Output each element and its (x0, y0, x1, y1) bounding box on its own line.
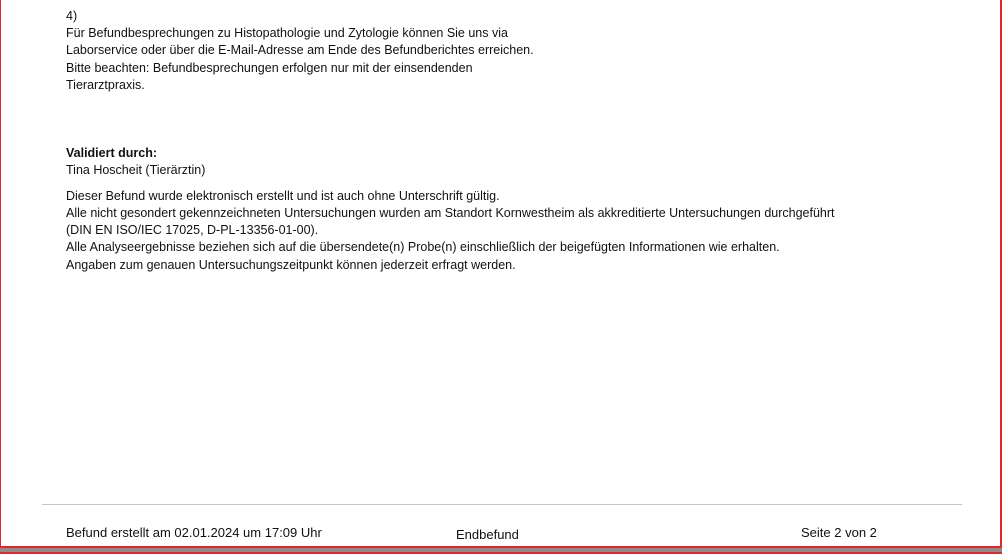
footer-page-number: Seite 2 von 2 (801, 525, 877, 540)
validation-heading: Validiert durch: (66, 146, 157, 160)
footer-report-status: Endbefund (456, 527, 519, 542)
disclaimer-line: Angaben zum genauen Untersuchungszeitpun… (66, 258, 516, 272)
disclaimer-line: Dieser Befund wurde elektronisch erstell… (66, 189, 500, 203)
discussion-line: Bitte beachten: Befundbesprechungen erfo… (66, 61, 473, 75)
disclaimer-line: (DIN EN ISO/IEC 17025, D-PL-13356-01-00)… (66, 223, 319, 237)
footer-created-date: Befund erstellt am 02.01.2024 um 17:09 U… (66, 525, 322, 540)
discussion-line: Laborservice oder über die E-Mail-Adress… (66, 43, 534, 57)
window-border-left (0, 0, 1, 554)
window-scroll-edge (0, 548, 1002, 552)
discussion-line: Tierarztpraxis. (66, 78, 145, 92)
discussion-line: Für Befundbesprechungen zu Histopatholog… (66, 26, 508, 40)
disclaimer-line: Alle Analyseergebnisse beziehen sich auf… (66, 240, 780, 254)
footer-divider (42, 504, 962, 505)
disclaimer-line: Alle nicht gesondert gekennzeichneten Un… (66, 206, 835, 220)
validator-name: Tina Hoscheit (Tierärztin) (66, 163, 206, 177)
item-number: 4) (66, 9, 78, 23)
cropped-previous-line (66, 0, 426, 1)
